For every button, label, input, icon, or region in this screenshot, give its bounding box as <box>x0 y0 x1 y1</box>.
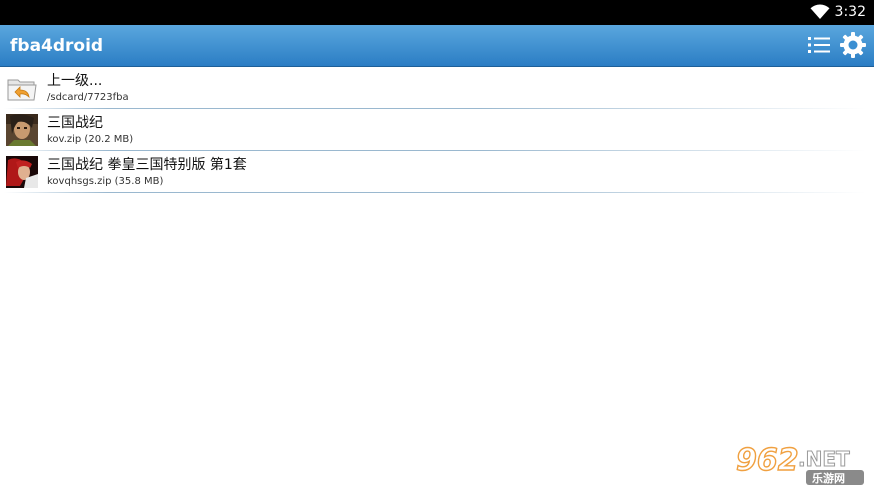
wifi-icon <box>810 4 830 20</box>
status-time: 3:32 <box>834 4 866 20</box>
app-title: fba4droid <box>10 36 104 56</box>
game-thumbnail <box>6 114 38 146</box>
list-item-parent-folder[interactable]: 上一级... /sdcard/7723fba <box>4 67 866 109</box>
list-icon[interactable] <box>806 33 832 57</box>
folder-up-icon <box>7 79 37 101</box>
file-list: 上一级... /sdcard/7723fba 三国战纪 kov.zip (20.… <box>0 67 874 193</box>
svg-text:962: 962 <box>736 443 799 478</box>
gear-icon[interactable] <box>839 31 867 59</box>
file-name: 上一级... <box>47 73 103 89</box>
file-name: 三国战纪 拳皇三国特别版 第1套 <box>47 157 247 173</box>
list-item-kovqhsgs[interactable]: 三国战纪 拳皇三国特别版 第1套 kovqhsgs.zip (35.8 MB) <box>4 151 866 193</box>
action-bar: fba4droid <box>0 25 874 67</box>
svg-text:.NET: .NET <box>798 447 850 471</box>
watermark-logo: 962 .NET 乐游网 <box>735 442 864 485</box>
file-detail: kovqhsgs.zip (35.8 MB) <box>47 176 164 187</box>
game-thumbnail <box>6 156 38 188</box>
file-name: 三国战纪 <box>47 115 103 131</box>
divider <box>4 192 866 193</box>
svg-text:乐游网: 乐游网 <box>812 471 845 485</box>
file-detail: kov.zip (20.2 MB) <box>47 134 134 145</box>
status-bar: 3:32 <box>0 0 874 25</box>
file-detail: /sdcard/7723fba <box>47 92 129 103</box>
list-item-kov[interactable]: 三国战纪 kov.zip (20.2 MB) <box>4 109 866 151</box>
